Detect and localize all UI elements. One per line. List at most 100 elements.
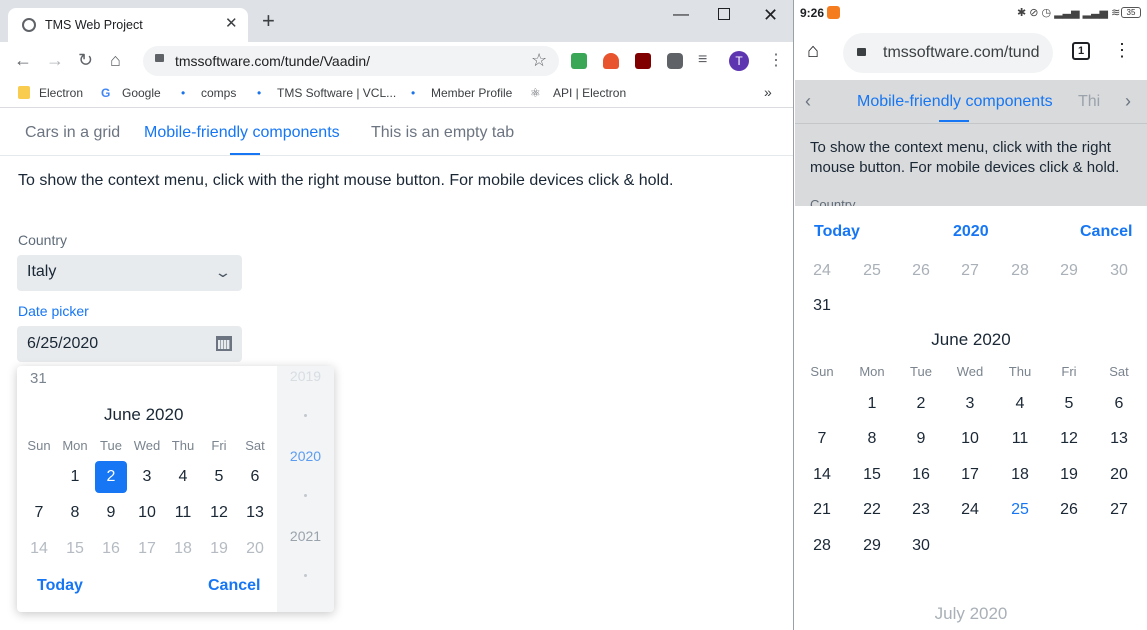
tab-cars-in-a-grid[interactable]: Cars in a grid <box>25 124 120 142</box>
calendar-day[interactable]: 14 <box>21 533 57 565</box>
minimize-icon[interactable]: — <box>673 6 689 24</box>
calendar-day[interactable]: 11 <box>165 497 201 529</box>
bookmark-member-profile[interactable]: Member Profile <box>431 86 512 100</box>
maximize-icon[interactable] <box>718 8 730 20</box>
calendar-day[interactable]: 29 <box>1049 262 1089 280</box>
calendar-day[interactable]: 12 <box>201 497 237 529</box>
calendar-day[interactable]: 1 <box>57 461 93 493</box>
calendar-day[interactable]: 6 <box>237 461 273 493</box>
media-queue-icon[interactable]: ≡ <box>698 51 707 69</box>
calendar-day[interactable]: 5 <box>201 461 237 493</box>
chevron-right-icon[interactable]: › <box>1125 91 1131 112</box>
address-bar[interactable]: tmssoftware.com/tunde/Vaadin/ ☆ <box>143 46 559 76</box>
chevron-down-icon[interactable]: ⌄ <box>214 264 232 281</box>
calendar-day[interactable]: 10 <box>950 430 990 448</box>
more-options-icon[interactable]: ⋮ <box>1113 40 1131 61</box>
reload-icon[interactable]: ↻ <box>78 50 93 71</box>
close-window-icon[interactable]: ✕ <box>763 5 778 26</box>
calendar-day[interactable]: 8 <box>852 430 892 448</box>
calendar-day[interactable]: 21 <box>802 501 842 519</box>
browser-tab[interactable]: TMS Web Project ✕ <box>8 8 248 42</box>
calendar-day[interactable]: 2 <box>901 395 941 413</box>
calendar-day[interactable]: 29 <box>852 537 892 555</box>
chevron-left-icon[interactable]: ‹ <box>805 91 811 112</box>
calendar-day-selected[interactable]: 2 <box>95 461 127 493</box>
more-bookmarks-icon[interactable]: » <box>764 84 772 100</box>
cancel-button[interactable]: Cancel <box>1080 223 1132 241</box>
calendar-day[interactable]: 25 <box>852 262 892 280</box>
calendar-day[interactable]: 26 <box>1049 501 1089 519</box>
year-scroller[interactable]: 2019 2020 2021 <box>277 366 334 612</box>
bookmark-api-electron[interactable]: API | Electron <box>553 86 626 100</box>
date-picker-field[interactable]: 6/25/2020 <box>17 326 242 362</box>
calendar-day[interactable]: 20 <box>237 533 273 565</box>
calendar-day[interactable]: 27 <box>1099 501 1139 519</box>
calendar-day[interactable]: 20 <box>1099 466 1139 484</box>
calendar-day[interactable]: 7 <box>802 430 842 448</box>
calendar-day[interactable]: 3 <box>950 395 990 413</box>
home-icon[interactable]: ⌂ <box>110 50 121 71</box>
more-options-icon[interactable]: ⋮ <box>768 50 784 70</box>
calendar-day[interactable]: 30 <box>901 537 941 555</box>
tab-switcher-icon[interactable]: 1 <box>1072 42 1090 60</box>
bookmark-electron[interactable]: Electron <box>39 86 83 100</box>
extension-icon[interactable] <box>603 53 619 69</box>
tab-empty[interactable]: This is an empty tab <box>371 124 514 142</box>
calendar-day[interactable]: 22 <box>852 501 892 519</box>
calendar-day[interactable]: 8 <box>57 497 93 529</box>
bookmark-google[interactable]: Google <box>122 86 161 100</box>
calendar-day[interactable]: 18 <box>165 533 201 565</box>
calendar-icon[interactable] <box>216 336 232 351</box>
calendar-day[interactable]: 15 <box>852 466 892 484</box>
calendar-day[interactable]: 7 <box>21 497 57 529</box>
calendar-day[interactable]: 19 <box>201 533 237 565</box>
calendar-day[interactable]: 3 <box>129 461 165 493</box>
calendar-day[interactable]: 30 <box>1099 262 1139 280</box>
calendar-day[interactable]: 13 <box>1099 430 1139 448</box>
calendar-day[interactable]: 31 <box>30 370 47 387</box>
close-tab-icon[interactable]: ✕ <box>225 14 238 32</box>
extension-icon[interactable] <box>571 53 587 69</box>
calendar-day[interactable]: 16 <box>901 466 941 484</box>
today-button[interactable]: Today <box>814 223 860 241</box>
calendar-day[interactable]: 9 <box>901 430 941 448</box>
calendar-day[interactable]: 13 <box>237 497 273 529</box>
calendar-day[interactable]: 10 <box>129 497 165 529</box>
tab-partial[interactable]: Thi <box>1078 93 1100 111</box>
year-item-selected[interactable]: 2020 <box>277 448 334 464</box>
home-icon[interactable]: ⌂ <box>807 40 819 63</box>
tab-mobile-friendly-components[interactable]: Mobile-friendly components <box>144 124 340 142</box>
calendar-day[interactable]: 15 <box>57 533 93 565</box>
year-item[interactable]: 2019 <box>277 368 334 384</box>
calendar-day[interactable]: 9 <box>93 497 129 529</box>
calendar-day-highlighted[interactable]: 25 <box>1000 501 1040 519</box>
ublock-icon[interactable] <box>635 53 651 69</box>
calendar-day[interactable]: 17 <box>950 466 990 484</box>
calendar-day[interactable]: 18 <box>1000 466 1040 484</box>
today-button[interactable]: Today <box>37 577 83 595</box>
calendar-day[interactable]: 1 <box>852 395 892 413</box>
calendar-day[interactable]: 14 <box>802 466 842 484</box>
back-icon[interactable]: ← <box>14 50 32 71</box>
calendar-day[interactable]: 11 <box>1000 430 1040 448</box>
calendar-day[interactable]: 23 <box>901 501 941 519</box>
calendar-day[interactable]: 24 <box>950 501 990 519</box>
bookmark-tms-software[interactable]: TMS Software | VCL... <box>277 86 396 100</box>
calendar-day[interactable]: 28 <box>1000 262 1040 280</box>
calendar-day[interactable]: 19 <box>1049 466 1089 484</box>
puzzle-icon[interactable] <box>667 53 683 69</box>
bookmark-star-icon[interactable]: ☆ <box>531 50 547 71</box>
address-bar[interactable]: tmssoftware.com/tund <box>843 33 1053 73</box>
bookmark-comps[interactable]: comps <box>201 86 236 100</box>
forward-icon[interactable]: → <box>46 50 64 71</box>
calendar-day[interactable]: 4 <box>1000 395 1040 413</box>
calendar-day[interactable]: 4 <box>165 461 201 493</box>
calendar-day[interactable]: 31 <box>802 297 842 315</box>
calendar-day[interactable]: 12 <box>1049 430 1089 448</box>
tab-mobile-friendly-components[interactable]: Mobile-friendly components <box>857 93 1053 111</box>
country-combo-box[interactable]: Italy ⌄ <box>17 255 242 291</box>
calendar-day[interactable]: 17 <box>129 533 165 565</box>
calendar-day[interactable]: 28 <box>802 537 842 555</box>
avatar[interactable]: T <box>729 51 749 71</box>
calendar-day[interactable]: 24 <box>802 262 842 280</box>
